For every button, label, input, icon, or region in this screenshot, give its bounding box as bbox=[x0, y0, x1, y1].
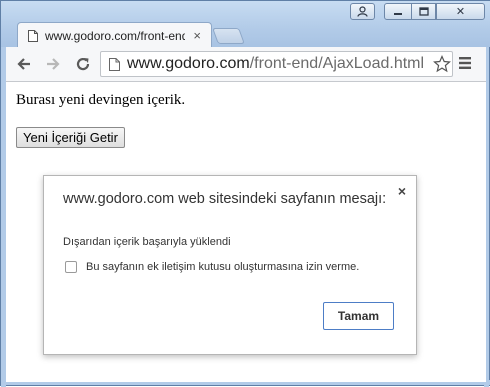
dynamic-content-text: Burası yeni devingen içerik. bbox=[16, 92, 186, 108]
forward-button[interactable] bbox=[42, 53, 64, 75]
tab-close-icon[interactable]: × bbox=[193, 28, 201, 43]
alert-dialog: www.godoro.com web sitesindeki sayfanın … bbox=[43, 175, 417, 355]
minimize-button[interactable] bbox=[384, 3, 412, 20]
ok-button[interactable]: Tamam bbox=[323, 302, 394, 330]
arrow-left-icon bbox=[17, 58, 30, 70]
close-window-button[interactable]: ✕ bbox=[436, 3, 485, 20]
page-icon bbox=[109, 58, 120, 71]
url-path: /front-end/AjaxLoad.html bbox=[249, 55, 425, 72]
profile-button[interactable] bbox=[350, 3, 375, 20]
maximize-button[interactable] bbox=[411, 3, 436, 20]
suppress-dialogs-checkbox[interactable] bbox=[65, 261, 77, 273]
hamburger-menu-icon[interactable] bbox=[458, 56, 472, 70]
bookmark-star-icon[interactable] bbox=[433, 55, 451, 73]
load-content-button[interactable]: Yeni İçeriği Getir bbox=[16, 127, 125, 148]
dialog-title: www.godoro.com web sitesindeki sayfanın … bbox=[63, 191, 387, 207]
address-bar[interactable]: www.godoro.com/front-end/AjaxLoad.html bbox=[100, 51, 453, 77]
minimize-icon bbox=[394, 12, 402, 15]
user-icon bbox=[357, 6, 368, 17]
url-text: www.godoro.com/front-end/AjaxLoad.html bbox=[127, 55, 424, 73]
back-button[interactable] bbox=[13, 53, 35, 75]
browser-window: ✕ www.godoro.com/front-end/AjaxLoad.html… bbox=[0, 0, 490, 387]
dialog-close-icon[interactable]: × bbox=[398, 183, 406, 199]
suppress-dialogs-label[interactable]: Bu sayfanın ek iletişim kutusu oluşturma… bbox=[86, 261, 359, 273]
url-host: www.godoro.com bbox=[127, 55, 250, 72]
reload-button[interactable] bbox=[72, 53, 94, 75]
tab-active[interactable]: www.godoro.com/front-end/AjaxLoad.html × bbox=[17, 22, 212, 48]
tab-title: www.godoro.com/front-end/AjaxLoad.html bbox=[45, 28, 185, 43]
maximize-icon bbox=[418, 7, 429, 16]
browser-toolbar: www.godoro.com/front-end/AjaxLoad.html bbox=[6, 47, 486, 82]
new-tab-button[interactable] bbox=[212, 28, 245, 44]
document-icon bbox=[28, 29, 38, 42]
reload-icon bbox=[76, 57, 90, 71]
dialog-message: Dışarıdan içerik başarıyla yüklendi bbox=[63, 236, 231, 248]
suppress-dialogs-option[interactable]: Bu sayfanın ek iletişim kutusu oluşturma… bbox=[65, 261, 359, 273]
close-icon: ✕ bbox=[455, 6, 466, 18]
arrow-right-icon bbox=[47, 58, 60, 70]
